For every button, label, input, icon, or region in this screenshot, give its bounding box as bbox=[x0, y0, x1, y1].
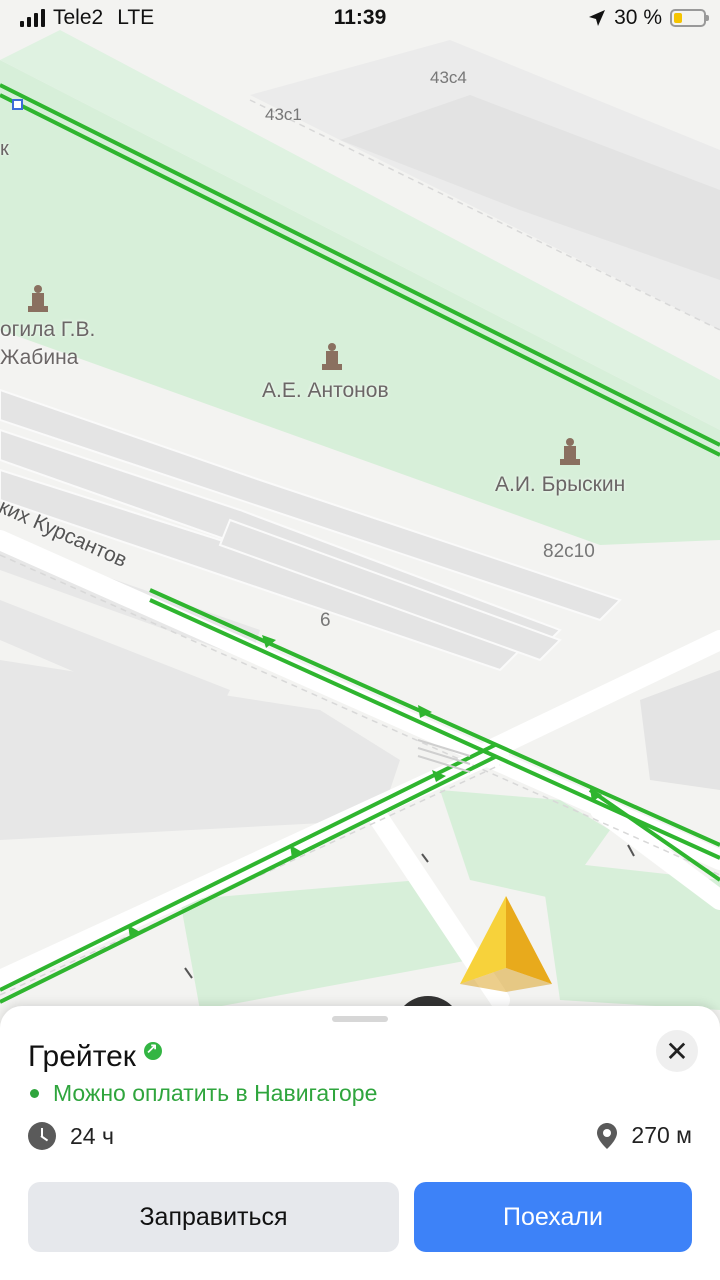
house-number-label: 82с10 bbox=[543, 541, 595, 562]
payment-status-row: Можно оплатить в Навигаторе bbox=[30, 1080, 377, 1107]
battery-percent: 30 % bbox=[614, 6, 662, 29]
house-number-label: 6 bbox=[320, 610, 331, 631]
status-right: 30 % bbox=[588, 6, 709, 30]
edge-letter-label: к bbox=[0, 138, 9, 160]
refuel-button[interactable]: Заправиться bbox=[28, 1182, 399, 1252]
distance: 270 м bbox=[631, 1122, 692, 1148]
verified-badge-icon bbox=[143, 1040, 162, 1060]
close-button[interactable]: ✕ bbox=[656, 1030, 698, 1072]
poi-label-antonov[interactable]: А.Е. Антонов bbox=[262, 379, 389, 403]
monument-icon[interactable] bbox=[322, 343, 342, 371]
sheet-handle[interactable] bbox=[332, 1016, 388, 1022]
monument-icon[interactable] bbox=[560, 438, 580, 466]
navigation-arrow-icon bbox=[460, 896, 552, 992]
status-bar: Tele2 LTE 11:39 30 % bbox=[0, 0, 720, 36]
poi-label-grave-line2: Жабина bbox=[0, 346, 79, 369]
battery-icon bbox=[670, 9, 709, 27]
monument-icon[interactable] bbox=[28, 285, 48, 313]
close-icon: ✕ bbox=[665, 1035, 689, 1067]
house-number-label: 43с1 bbox=[265, 105, 302, 124]
payment-status-text: Можно оплатить в Навигаторе bbox=[53, 1080, 378, 1106]
status-dot-icon bbox=[30, 1089, 39, 1098]
place-info-row: 24 ч 270 м bbox=[28, 1122, 692, 1152]
place-title: Грейтек bbox=[28, 1040, 136, 1073]
place-title-row: Грейтек bbox=[28, 1040, 162, 1074]
place-card: Грейтек ✕ Можно оплатить в Навигаторе 24… bbox=[0, 1006, 720, 1280]
location-pin-icon bbox=[597, 1122, 618, 1149]
clock-icon bbox=[28, 1122, 56, 1150]
poi-label-grave[interactable]: огила Г.В. bbox=[0, 318, 95, 342]
go-button[interactable]: Поехали bbox=[414, 1182, 692, 1252]
working-hours: 24 ч bbox=[70, 1122, 114, 1149]
house-number-label: 43с4 bbox=[430, 68, 467, 87]
location-arrow-icon bbox=[589, 10, 606, 26]
poi-label-bryskin[interactable]: А.И. Брыскин bbox=[495, 473, 625, 497]
